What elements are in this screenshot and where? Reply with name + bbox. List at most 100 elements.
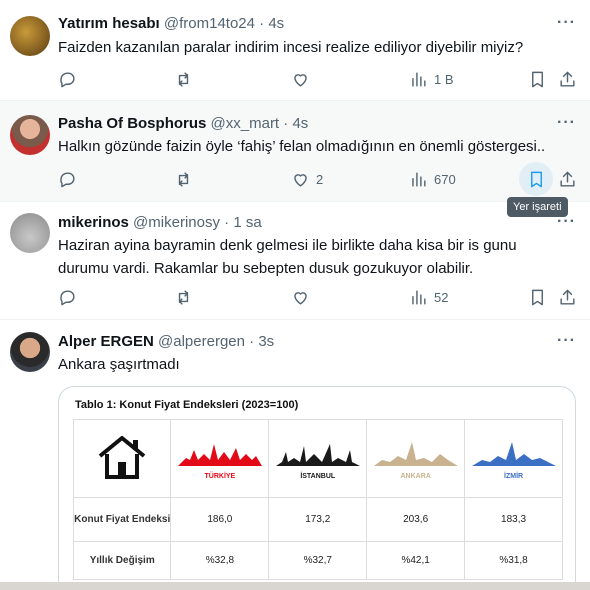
table-cell: 173,2	[268, 497, 368, 542]
like-button[interactable]	[291, 67, 316, 91]
tweet-text: Haziran ayina bayramin denk gelmesi ile …	[58, 237, 517, 277]
share-icon	[560, 71, 575, 87]
retweet-icon	[178, 171, 189, 187]
city-izmir-cell: İZMİR	[464, 419, 563, 498]
user-handle[interactable]: @mikerinosy	[133, 214, 220, 231]
retweet-button[interactable]	[174, 167, 199, 191]
more-options-icon[interactable]: ···	[557, 213, 576, 231]
bookmark-icon	[532, 289, 543, 305]
city-istanbul-cell: İSTANBUL	[268, 419, 368, 498]
reply-button[interactable]	[58, 67, 83, 91]
retweet-button[interactable]	[174, 67, 199, 91]
reply-button[interactable]	[58, 285, 83, 309]
bottom-edge	[0, 582, 590, 590]
share-icon	[560, 289, 575, 305]
separator-dot: ·	[249, 333, 255, 350]
separator-dot: ·	[259, 15, 265, 32]
table-cell: %42,1	[366, 541, 466, 580]
separator-dot: ·	[224, 214, 230, 231]
user-handle[interactable]: @alperergen	[158, 333, 245, 350]
avatar[interactable]	[10, 213, 50, 253]
user-name[interactable]: Yatırım hesabı	[58, 15, 160, 32]
istanbul-skyline-icon	[275, 443, 360, 466]
ankara-skyline-icon	[373, 441, 458, 466]
bar-chart-icon	[412, 171, 426, 187]
house-icon	[98, 436, 146, 479]
tweet-1[interactable]: Yatırım hesabı @from14to24 · 4s ··· Faiz…	[0, 0, 590, 101]
more-options-icon[interactable]: ···	[557, 14, 576, 32]
tweet-header: mikerinos @mikerinosy · 1 sa	[58, 213, 262, 233]
row-label: Yıllık Değişim	[72, 541, 172, 580]
views-button[interactable]: 52	[409, 285, 448, 309]
tweet-text: Ankara şaşırtmadı	[58, 356, 180, 373]
timestamp[interactable]: 1 sa	[233, 214, 261, 231]
tweet-2[interactable]: Pasha Of Bosphorus @xx_mart · 4s ··· Hal…	[0, 101, 590, 202]
table-cell: %32,8	[170, 541, 270, 580]
media-image[interactable]: Tablo 1: Konut Fiyat Endeksleri (2023=10…	[58, 386, 576, 590]
views-button[interactable]: 1 B	[409, 67, 454, 91]
user-name[interactable]: Alper ERGEN	[58, 333, 154, 350]
city-name: İSTANBUL	[300, 472, 336, 480]
action-bar: 1 B	[58, 67, 578, 91]
timestamp[interactable]: 4s	[268, 15, 284, 32]
house-icon-cell	[72, 419, 172, 498]
timestamp[interactable]: 4s	[292, 115, 308, 132]
city-name: TÜRKİYE	[204, 472, 236, 480]
view-count: 1 B	[434, 71, 454, 87]
retweet-icon	[178, 71, 189, 87]
price-index-table: TÜRKİYE İSTANBUL ANKARA İZMİR Konut Fiya…	[72, 419, 563, 580]
share-button[interactable]	[558, 167, 577, 191]
tweet-header: Alper ERGEN @alperergen · 3s	[58, 332, 274, 352]
izmir-skyline-icon	[471, 441, 556, 466]
avatar[interactable]	[10, 16, 50, 56]
user-handle[interactable]: @from14to24	[164, 15, 255, 32]
tweet-text: Faizden kazanılan paralar indirim incesi…	[58, 39, 524, 56]
tweet-header: Yatırım hesabı @from14to24 · 4s	[58, 14, 284, 34]
bookmark-button[interactable]	[527, 167, 546, 191]
city-name: İZMİR	[504, 472, 524, 480]
avatar[interactable]	[10, 332, 50, 372]
table-row: Konut Fiyat Endeksi 186,0 173,2 203,6 18…	[72, 497, 563, 542]
user-name[interactable]: mikerinos	[58, 214, 129, 231]
views-button[interactable]: 670	[409, 167, 456, 191]
timestamp[interactable]: 3s	[258, 333, 274, 350]
row-label: Konut Fiyat Endeksi	[72, 497, 172, 542]
turkiye-skyline-icon	[177, 443, 262, 466]
bookmark-button[interactable]	[528, 285, 547, 309]
tweet-header: Pasha Of Bosphorus @xx_mart · 4s	[58, 114, 308, 134]
table-row: Yıllık Değişim %32,8 %32,7 %42,1 %31,8	[72, 541, 563, 580]
share-button[interactable]	[558, 67, 577, 91]
action-bar: 2 670	[58, 162, 578, 196]
user-name[interactable]: Pasha Of Bosphorus	[58, 115, 206, 132]
avatar[interactable]	[10, 115, 50, 155]
tweet-text: Halkın gözünde faizin öyle ‘fahiş’ felan…	[58, 138, 546, 155]
heart-icon	[294, 73, 307, 87]
retweet-button[interactable]	[174, 285, 199, 309]
action-bar: 52	[58, 285, 578, 309]
city-name: ANKARA	[400, 472, 431, 480]
view-count: 670	[434, 171, 456, 187]
city-ankara-cell: ANKARA	[366, 419, 466, 498]
reply-button[interactable]	[58, 167, 83, 191]
share-icon	[560, 171, 575, 187]
bar-chart-icon	[412, 289, 426, 305]
retweet-icon	[178, 289, 189, 305]
bar-chart-icon	[412, 71, 426, 87]
bookmark-icon	[531, 171, 542, 187]
reply-icon	[60, 171, 75, 187]
share-button[interactable]	[558, 285, 577, 309]
reply-icon	[60, 289, 75, 305]
table-cell: 183,3	[464, 497, 563, 542]
more-options-icon[interactable]: ···	[557, 332, 576, 350]
bookmark-button[interactable]	[528, 67, 547, 91]
table-cell: 186,0	[170, 497, 270, 542]
more-options-icon[interactable]: ···	[557, 114, 576, 132]
view-count: 52	[434, 289, 449, 305]
reply-icon	[60, 71, 75, 87]
table-cell: %32,7	[268, 541, 368, 580]
user-handle[interactable]: @xx_mart	[211, 115, 280, 132]
like-button[interactable]: 2	[291, 167, 323, 191]
tweet-3[interactable]: mikerinos @mikerinosy · 1 sa ··· Haziran…	[0, 202, 590, 320]
like-button[interactable]	[291, 285, 316, 309]
bookmark-icon	[532, 71, 543, 87]
